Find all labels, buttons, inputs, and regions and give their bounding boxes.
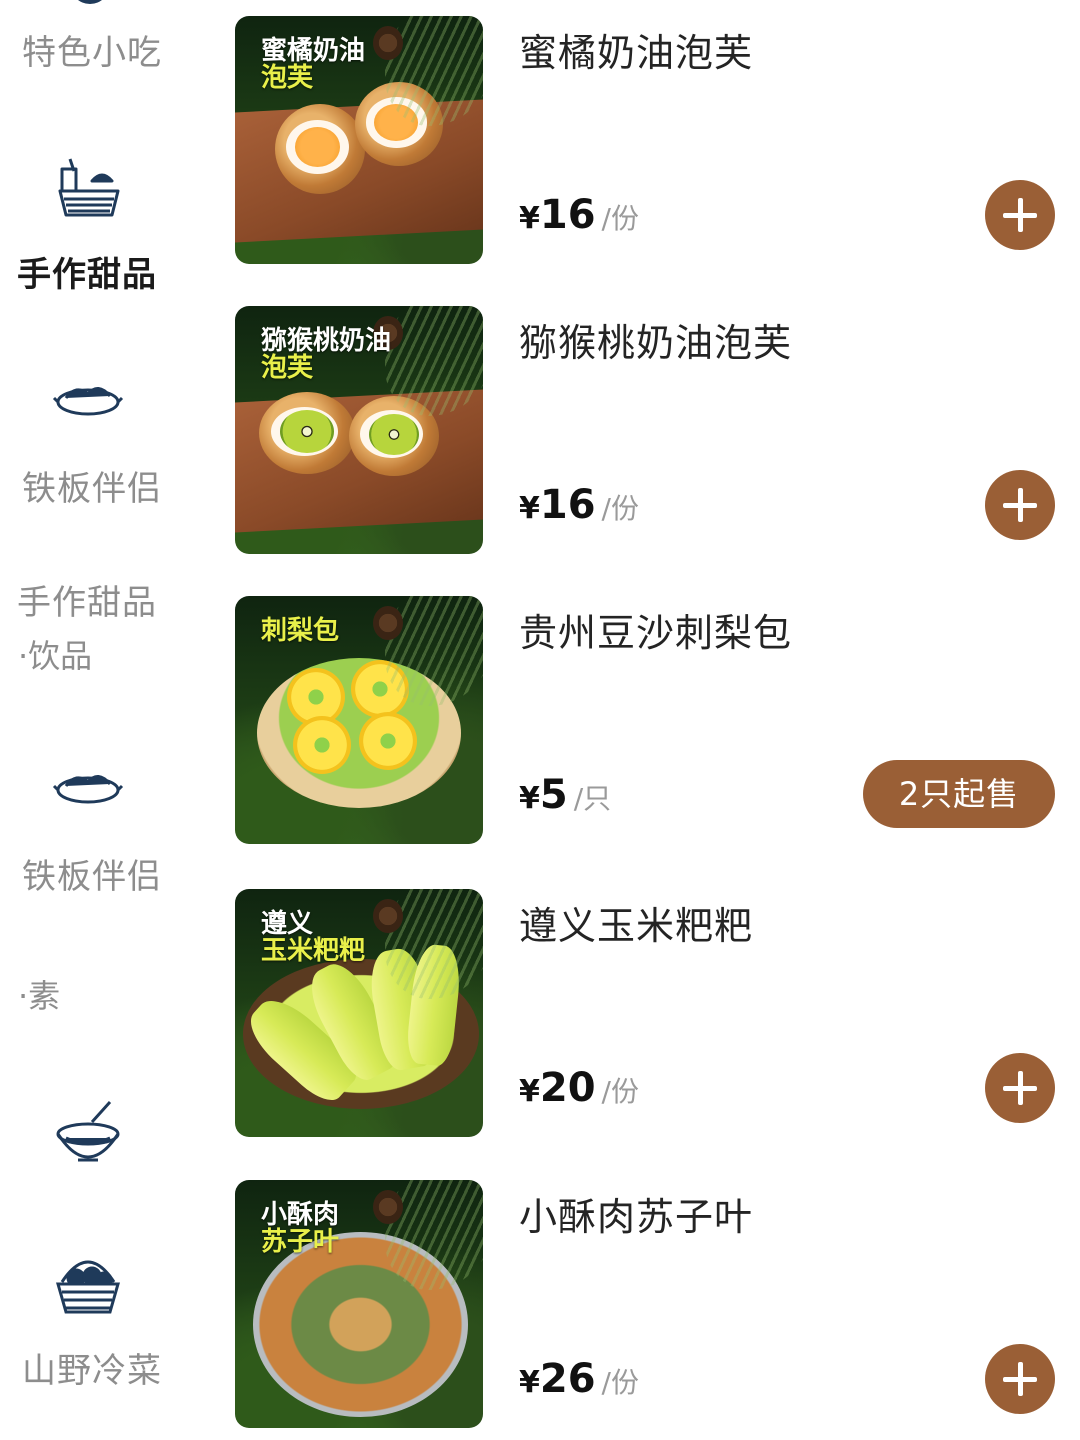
product-card[interactable]: 小酥肉 苏子叶 小酥肉苏子叶 ¥26/份 (235, 1180, 1065, 1430)
image-caption: 遵义 玉米粑粑 (261, 909, 366, 966)
product-name: 猕猴桃奶油泡芙 (519, 321, 793, 365)
category-desserts[interactable]: 手作甜品 (17, 258, 157, 292)
add-to-cart-button[interactable] (985, 180, 1055, 250)
category-icon-partial (70, 0, 110, 4)
product-price: ¥16/份 (519, 192, 639, 238)
category-griddle-veg-sub: ·素 (18, 977, 61, 1015)
cream-puff-image (275, 104, 365, 194)
product-image: 猕猴桃奶油 泡芙 (235, 306, 483, 554)
product-card[interactable]: 遵义 玉米粑粑 遵义玉米粑粑 ¥20/份 (235, 889, 1065, 1139)
fruit-basket-icon (56, 1260, 120, 1314)
product-name: 蜜橘奶油泡芙 (519, 31, 754, 75)
product-name: 贵州豆沙刺梨包 (519, 611, 793, 655)
add-to-cart-button[interactable] (985, 1344, 1055, 1414)
product-image: 蜜橘奶油 泡芙 (235, 16, 483, 264)
image-caption: 刺梨包 (261, 616, 340, 646)
product-name: 遵义玉米粑粑 (519, 904, 754, 948)
cream-puff-image (259, 392, 355, 474)
soup-bowl-icon (56, 1100, 120, 1162)
menu-page: 特色小吃 手作甜品 铁板伴侣 手作甜品 ·饮品 铁板伴侣 ·素 山野冷菜 蜜橘奶… (0, 0, 1080, 1440)
product-image: 遵义 玉米粑粑 (235, 889, 483, 1137)
product-price: ¥26/份 (519, 1356, 639, 1402)
image-caption: 蜜橘奶油 泡芙 (261, 36, 366, 93)
add-to-cart-button[interactable] (985, 470, 1055, 540)
griddle-dish-icon (52, 387, 124, 416)
product-image: 刺梨包 (235, 596, 483, 844)
category-snacks[interactable]: 特色小吃 (22, 36, 162, 70)
dessert-drink-basket-icon (58, 158, 120, 217)
product-price: ¥20/份 (519, 1065, 639, 1111)
category-griddle-sides[interactable]: 铁板伴侣 (22, 472, 162, 506)
product-card[interactable]: 猕猴桃奶油 泡芙 猕猴桃奶油泡芙 ¥16/份 (235, 306, 1065, 556)
product-card[interactable]: 刺梨包 贵州豆沙刺梨包 ¥5/只 2只起售 (235, 596, 1065, 846)
product-card[interactable]: 蜜橘奶油 泡芙 蜜橘奶油泡芙 ¥16/份 (235, 16, 1065, 266)
product-price: ¥16/份 (519, 482, 639, 528)
griddle-dish-icon (52, 775, 124, 804)
product-name: 小酥肉苏子叶 (519, 1195, 754, 1239)
image-caption: 猕猴桃奶油 泡芙 (261, 326, 392, 383)
category-sidebar: 特色小吃 手作甜品 铁板伴侣 手作甜品 ·饮品 铁板伴侣 ·素 山野冷菜 (0, 0, 205, 1440)
product-image: 小酥肉 苏子叶 (235, 1180, 483, 1428)
image-caption: 小酥肉 苏子叶 (261, 1200, 340, 1257)
category-desserts-drinks-sub: ·饮品 (18, 637, 93, 675)
product-price: ¥5/只 (519, 772, 612, 818)
min-order-button[interactable]: 2只起售 (863, 760, 1055, 828)
category-desserts-drinks[interactable]: 手作甜品 (17, 586, 157, 620)
add-to-cart-button[interactable] (985, 1053, 1055, 1123)
category-griddle-veg[interactable]: 铁板伴侣 (22, 860, 162, 894)
category-cold-dishes[interactable]: 山野冷菜 (22, 1354, 162, 1388)
